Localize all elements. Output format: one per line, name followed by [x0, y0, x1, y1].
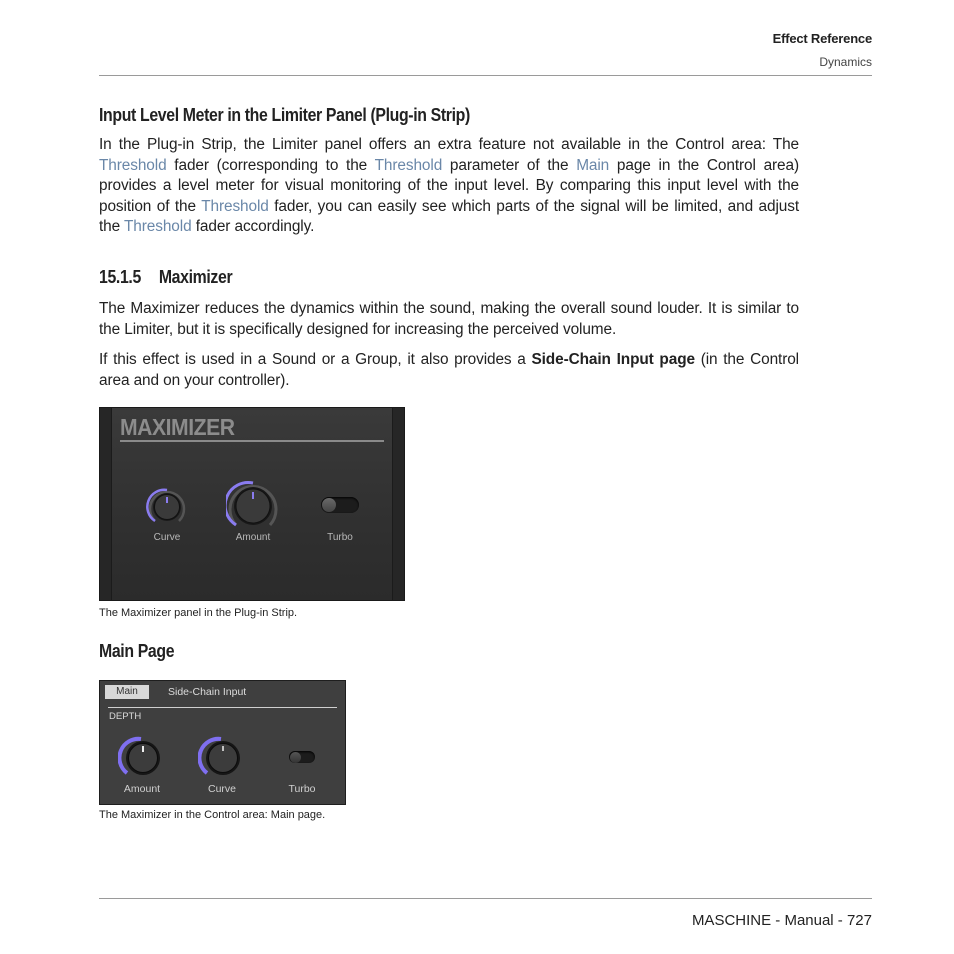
turbo-toggle-thumb: [289, 751, 301, 763]
side-chain-note: If this effect is used in a Sound or a G…: [99, 350, 799, 391]
turbo-label: Turbo: [327, 532, 353, 543]
maximizer-description: The Maximizer reduces the dynamics withi…: [99, 300, 799, 338]
plugin-panel-caption: The Maximizer panel in the Plug-in Strip…: [99, 607, 298, 619]
paragraph-text: parameter of the: [442, 156, 577, 174]
running-header-section: Dynamics: [819, 55, 872, 69]
paragraph-text: fader (corresponding to the: [166, 156, 375, 174]
section-heading-input-level-meter: Input Level Meter in the Limiter Panel (…: [99, 105, 470, 125]
section-heading-maximizer: 15.1.5 Maximizer: [99, 267, 233, 288]
parameter-link-threshold[interactable]: Threshold: [375, 157, 443, 174]
parameter-link-threshold[interactable]: Threshold: [99, 157, 167, 174]
side-chain-note-text: If this effect is used in a Sound or a G…: [99, 351, 532, 368]
parameter-group-label: DEPTH: [109, 711, 142, 722]
amount-label: Amount: [235, 532, 271, 543]
curve-knob[interactable]: [146, 486, 188, 528]
curve-knob[interactable]: [198, 735, 244, 781]
section-title: Maximizer: [158, 267, 233, 287]
maximizer-plugin-panel: MAXIMIZER Curve Amount Turbo: [99, 407, 405, 601]
section-number: 15.1.5: [99, 267, 141, 287]
paragraph-text: In the Plug-in Strip, the Limiter panel …: [99, 136, 799, 153]
header-divider: [99, 75, 872, 76]
curve-label: Curve: [153, 532, 181, 543]
curve-knob-graphic: [198, 736, 240, 775]
parameter-link-threshold[interactable]: Threshold: [124, 218, 192, 235]
tab-side-chain-input[interactable]: Side-Chain Input: [168, 685, 246, 699]
panel-right-edge: [392, 408, 404, 600]
control-area-caption: The Maximizer in the Control area: Main …: [99, 809, 326, 821]
turbo-toggle[interactable]: [289, 751, 315, 763]
control-area-main-page: Main Side-Chain Input DEPTH Amount Curve…: [99, 680, 346, 805]
turbo-toggle-thumb: [322, 498, 336, 512]
parameter-link-threshold[interactable]: Threshold: [201, 198, 269, 215]
tab-underline: [108, 707, 337, 708]
amount-knob[interactable]: [118, 735, 164, 781]
amount-knob-graphic: [226, 481, 278, 527]
turbo-toggle[interactable]: [321, 497, 359, 513]
amount-knob-graphic: [118, 736, 160, 775]
panel-title: MAXIMIZER: [120, 414, 235, 440]
turbo-label: Turbo: [288, 783, 316, 795]
panel-left-edge: [100, 408, 112, 600]
amount-knob[interactable]: [226, 479, 280, 533]
paragraph-text: fader accordingly.: [191, 218, 315, 236]
panel-title-underline: [120, 440, 384, 442]
tab-main[interactable]: Main: [105, 685, 149, 699]
parameter-link-main[interactable]: Main: [576, 157, 609, 174]
section-paragraph-input-level-meter: In the Plug-in Strip, the Limiter panel …: [99, 135, 799, 238]
footer-divider: [99, 898, 872, 899]
running-header-chapter: Effect Reference: [772, 31, 873, 46]
side-chain-input-page-term: Side-Chain Input page: [531, 351, 695, 368]
subsection-heading-main-page: Main Page: [99, 641, 175, 661]
curve-label: Curve: [207, 783, 236, 795]
curve-knob-graphic: [146, 488, 186, 523]
page-footer: MASCHINE - Manual - 727: [691, 912, 872, 929]
amount-label: Amount: [123, 783, 161, 795]
